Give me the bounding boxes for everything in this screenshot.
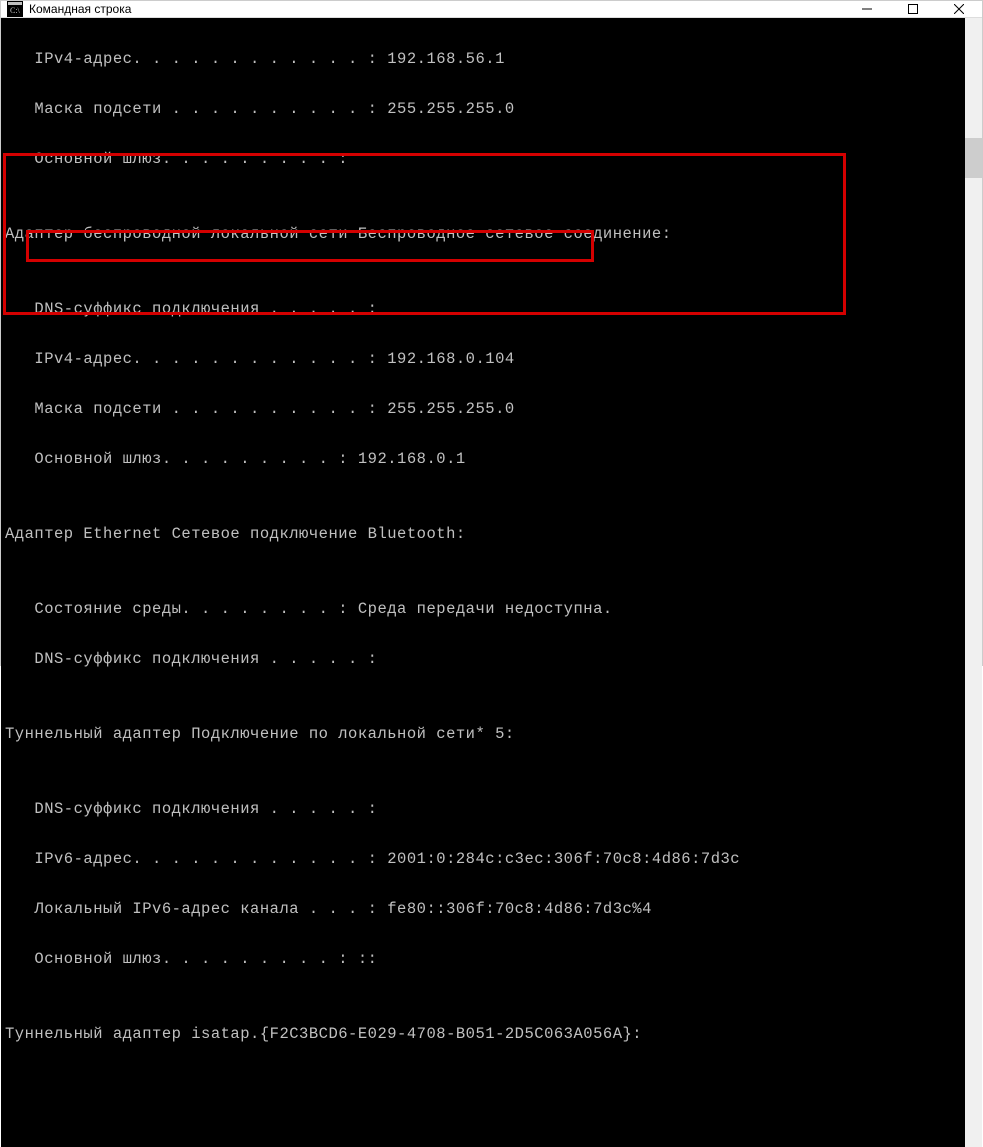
output-line: Туннельный адаптер Подключение по локаль… <box>5 722 965 747</box>
output-line: Основной шлюз. . . . . . . . . : 192.168… <box>5 447 965 472</box>
console-output[interactable]: IPv4-адрес. . . . . . . . . . . . : 192.… <box>1 18 965 1147</box>
output-line: Адаптер Ethernet Сетевое подключение Blu… <box>5 522 965 547</box>
output-line: Основной шлюз. . . . . . . . . : :: <box>5 947 965 972</box>
output-line: Маска подсети . . . . . . . . . . : 255.… <box>5 397 965 422</box>
output-line: DNS-суффикс подключения . . . . . : <box>5 297 965 322</box>
scrollbar-thumb[interactable] <box>965 138 982 178</box>
output-line: IPv4-адрес. . . . . . . . . . . . : 192.… <box>5 347 965 372</box>
svg-text:C:\: C:\ <box>10 6 21 15</box>
window-controls <box>844 1 982 17</box>
maximize-button[interactable] <box>890 1 936 17</box>
titlebar[interactable]: C:\ Командная строка <box>1 1 982 18</box>
minimize-button[interactable] <box>844 1 890 17</box>
command-prompt-window: C:\ Командная строка IPv4-адрес. . . . .… <box>0 0 983 666</box>
output-line: DNS-суффикс подключения . . . . . : <box>5 647 965 672</box>
output-line: DNS-суффикс подключения . . . . . : <box>5 797 965 822</box>
window-title: Командная строка <box>29 2 131 16</box>
cmd-icon: C:\ <box>7 1 23 17</box>
output-line: IPv4-адрес. . . . . . . . . . . . : 192.… <box>5 47 965 72</box>
output-line: Маска подсети . . . . . . . . . . : 255.… <box>5 97 965 122</box>
output-line: Туннельный адаптер isatap.{F2C3BCD6-E029… <box>5 1022 965 1047</box>
vertical-scrollbar[interactable] <box>965 18 982 1147</box>
output-line: IPv6-адрес. . . . . . . . . . . . : 2001… <box>5 847 965 872</box>
close-button[interactable] <box>936 1 982 17</box>
output-line: Состояние среды. . . . . . . . : Среда п… <box>5 597 965 622</box>
output-line: Основной шлюз. . . . . . . . . : <box>5 147 965 172</box>
output-line: Адаптер беспроводной локальной сети Бесп… <box>5 222 965 247</box>
output-line: Локальный IPv6-адрес канала . . . : fe80… <box>5 897 965 922</box>
console-area: IPv4-адрес. . . . . . . . . . . . : 192.… <box>1 18 982 1147</box>
